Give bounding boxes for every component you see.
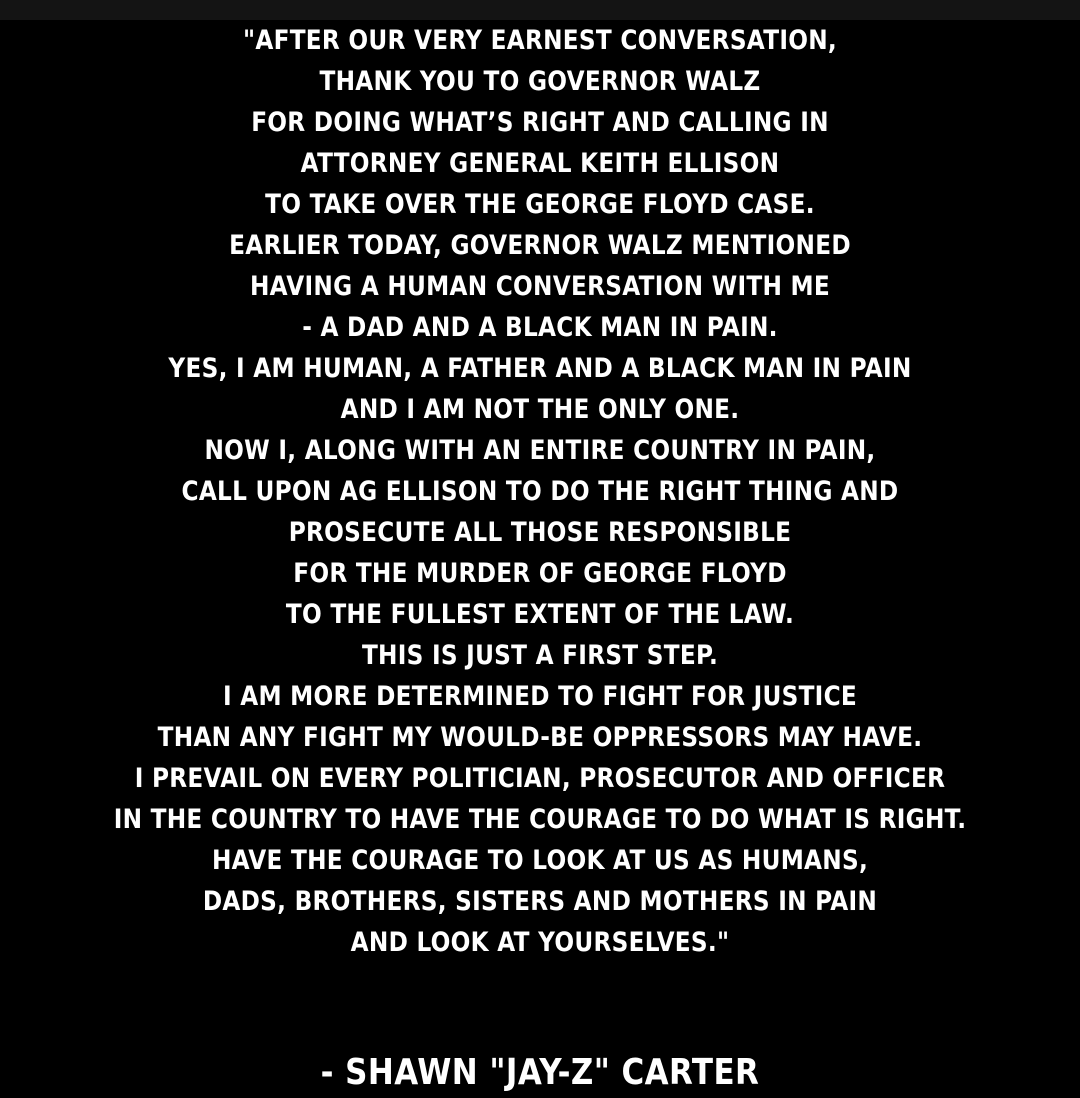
quote-line: EARLIER TODAY, GOVERNOR WALZ MENTIONED <box>229 230 851 261</box>
quote-line: I PREVAIL ON EVERY POLITICIAN, PROSECUTO… <box>134 763 946 794</box>
quote-line: AND I AM NOT THE ONLY ONE. <box>340 394 740 425</box>
quote-line: - A DAD AND A BLACK MAN IN PAIN. <box>302 312 778 343</box>
quote-line: YES, I AM HUMAN, A FATHER AND A BLACK MA… <box>168 353 912 384</box>
quote-line: TO THE FULLEST EXTENT OF THE LAW. <box>285 599 795 630</box>
quote-statement: "AFTER OUR VERY EARNEST CONVERSATION, TH… <box>76 20 1005 963</box>
quote-line: THIS IS JUST A FIRST STEP. <box>361 640 719 671</box>
quote-line: THAN ANY FIGHT MY WOULD-BE OPPRESSORS MA… <box>157 722 923 753</box>
quote-line: FOR THE MURDER OF GEORGE FLOYD <box>293 558 787 589</box>
quote-line: CALL UPON AG ELLISON TO DO THE RIGHT THI… <box>181 476 899 507</box>
quote-line: AND LOOK AT YOURSELVES." <box>350 927 730 958</box>
quote-line: I AM MORE DETERMINED TO FIGHT FOR JUSTIC… <box>222 681 857 712</box>
quote-line: DADS, BROTHERS, SISTERS AND MOTHERS IN P… <box>202 886 878 917</box>
quote-line: ATTORNEY GENERAL KEITH ELLISON <box>300 148 780 179</box>
quote-line: HAVING A HUMAN CONVERSATION WITH ME <box>249 271 831 302</box>
quote-line: HAVE THE COURAGE TO LOOK AT US AS HUMANS… <box>211 845 869 876</box>
quote-line: NOW I, ALONG WITH AN ENTIRE COUNTRY IN P… <box>204 435 876 466</box>
quote-line: TO TAKE OVER THE GEORGE FLOYD CASE. <box>265 189 815 220</box>
quote-attribution: - SHAWN "JAY-Z" CARTER <box>320 1052 760 1093</box>
quote-line: FOR DOING WHAT’S RIGHT AND CALLING IN <box>251 107 829 138</box>
quote-line: IN THE COUNTRY TO HAVE THE COURAGE TO DO… <box>113 804 967 835</box>
quote-line: "AFTER OUR VERY EARNEST CONVERSATION, <box>243 25 837 56</box>
top-strip <box>0 0 1080 20</box>
quote-line: THANK YOU TO GOVERNOR WALZ <box>319 66 761 97</box>
quote-line: PROSECUTE ALL THOSE RESPONSIBLE <box>288 517 792 548</box>
